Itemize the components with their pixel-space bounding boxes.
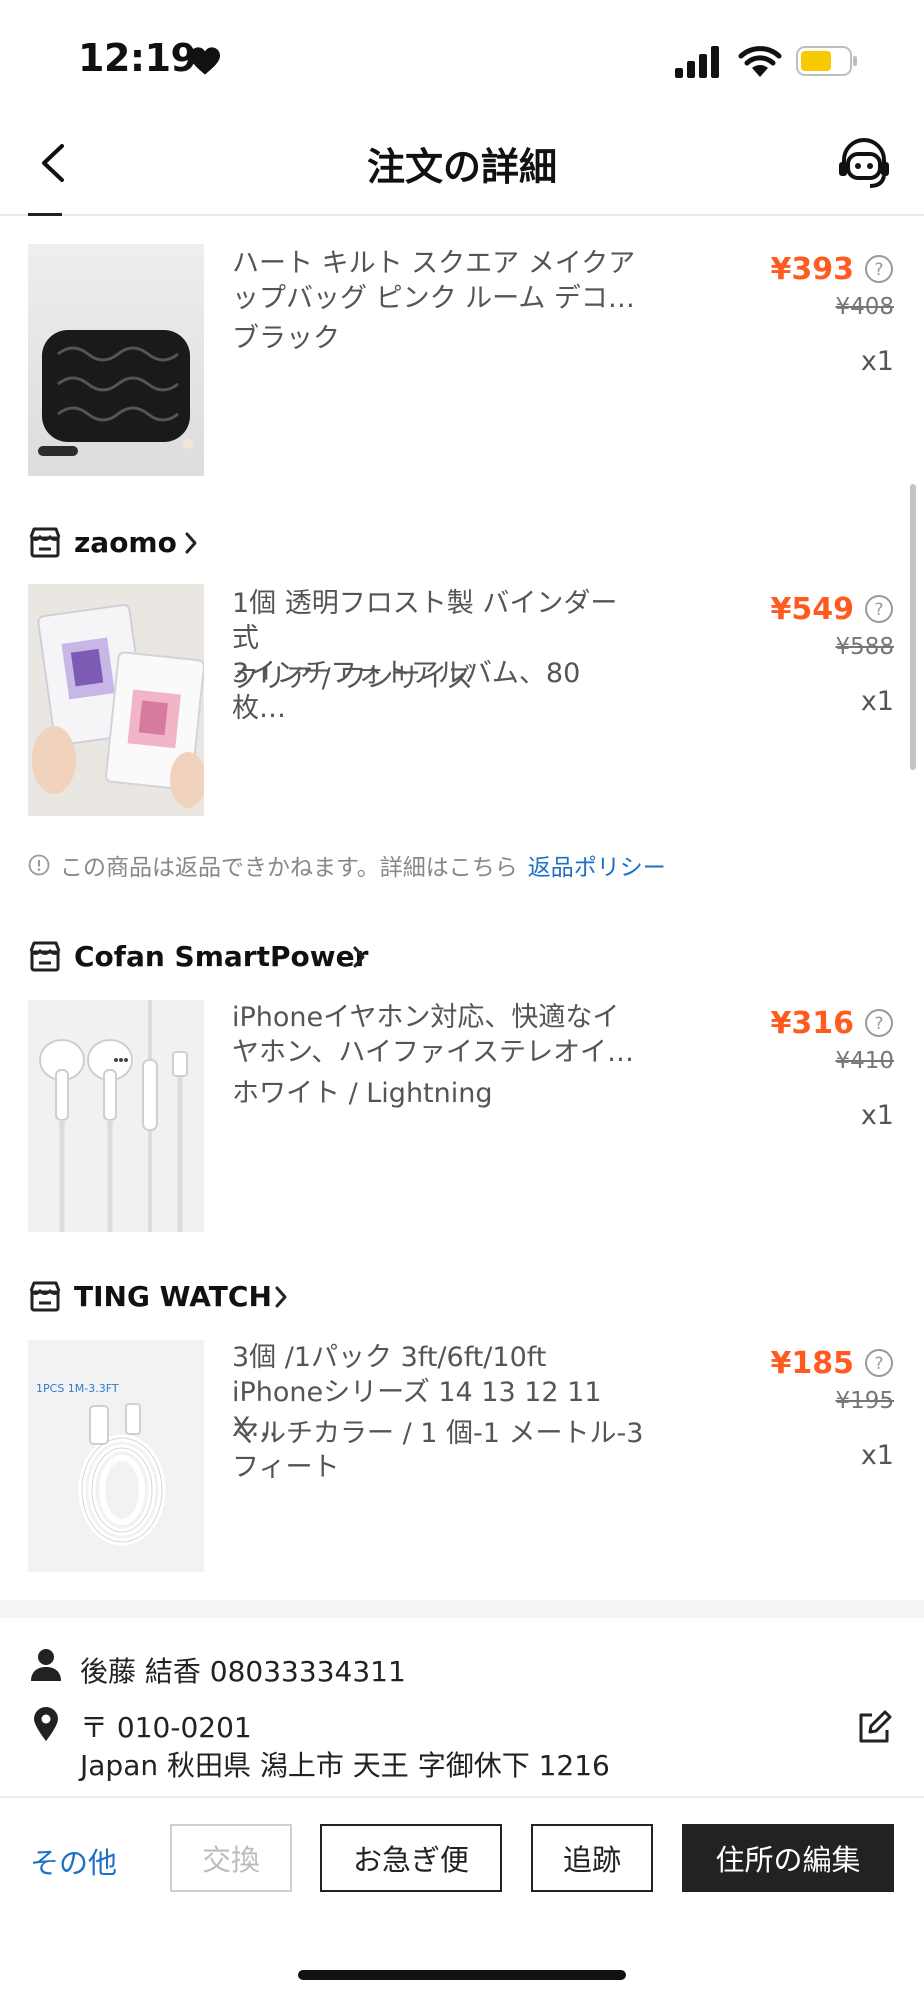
product-name-line: ップバッグ ピンク ルーム デコ… <box>232 283 635 314</box>
product-variant-line: マルチカラー / 1 個-1 メートル-3 <box>232 1418 644 1449</box>
recipient-name-phone: 後藤 結香 08033334311 <box>80 1655 406 1688</box>
help-icon[interactable]: ? <box>864 254 894 284</box>
battery-icon <box>796 46 857 76</box>
original-price: ¥410 <box>835 1048 894 1074</box>
wifi-icon <box>738 46 782 77</box>
help-icon[interactable]: ? <box>864 594 894 624</box>
product-quantity: x1 <box>860 1440 894 1471</box>
product-variant: ホワイト / Lightning <box>232 1078 493 1109</box>
chevron-right-icon[interactable] <box>350 944 368 970</box>
home-indicator[interactable] <box>298 1970 626 1980</box>
product-variant-line: フィート <box>232 1452 340 1483</box>
store-name[interactable]: TING WATCH <box>74 1280 272 1313</box>
store-icon <box>29 1281 61 1312</box>
original-price: ¥588 <box>835 634 894 660</box>
store-icon <box>28 210 62 216</box>
product-price: ¥393 <box>770 252 855 287</box>
store-name[interactable]: zaomo <box>74 526 177 559</box>
product-image-earphones[interactable] <box>28 1000 204 1232</box>
product-name-line: ハート キルト スクエア メイクア <box>232 248 636 279</box>
product-price: ¥549 <box>770 592 855 627</box>
store-icon <box>29 527 61 558</box>
return-notice-text: この商品は返品できかねます。詳細はこちら <box>60 855 518 881</box>
location-pin-icon <box>34 1707 58 1741</box>
product-image-label: 1PCS 1M-3.3FT <box>36 1382 119 1395</box>
edit-address-button[interactable]: 住所の編集 <box>682 1824 894 1892</box>
address-postal-code: 〒 010-0201 <box>80 1711 252 1744</box>
product-variant: クリア / ワンサイズ <box>232 663 474 694</box>
product-price: ¥185 <box>770 1346 855 1381</box>
product-quantity: x1 <box>860 1100 894 1131</box>
return-policy-link[interactable]: 返品ポリシー <box>528 848 666 882</box>
express-delivery-button[interactable]: お急ぎ便 <box>320 1824 502 1892</box>
product-name[interactable]: 1個 透明フロスト製 バインダー式 3インチフォトアルバム、80 枚… <box>232 586 642 726</box>
status-time: 12:19 <box>78 36 197 80</box>
info-icon <box>28 854 50 876</box>
chevron-right-icon[interactable] <box>182 530 200 556</box>
product-name[interactable]: iPhoneイヤホン対応、快適なイ ヤホン、ハイファイステレオイ… <box>232 1000 642 1070</box>
product-quantity: x1 <box>860 346 894 377</box>
person-icon <box>31 1649 61 1681</box>
product-image-cable[interactable]: 1PCS 1M-3.3FT <box>28 1340 204 1572</box>
svg-text:?: ? <box>874 1014 883 1034</box>
help-icon[interactable]: ? <box>864 1348 894 1378</box>
store-icon <box>29 941 61 972</box>
product-variant: マルチカラー / 1 個-1 メートル-3 フィート <box>232 1417 662 1485</box>
product-name-line: ヤホン、ハイファイステレオイ… <box>232 1037 635 1068</box>
original-price: ¥408 <box>835 294 894 320</box>
track-button[interactable]: 追跡 <box>531 1824 653 1892</box>
product-name-line: 1個 透明フロスト製 バインダー式 <box>232 588 618 654</box>
address-line: Japan 秋田県 潟上市 天王 字御休下 1216 <box>80 1749 610 1782</box>
product-price: ¥316 <box>770 1006 855 1041</box>
store-name[interactable]: Cofan SmartPower <box>74 940 368 973</box>
product-image-photo-album[interactable] <box>28 584 204 816</box>
svg-text:?: ? <box>874 600 883 620</box>
help-icon[interactable]: ? <box>864 1008 894 1038</box>
product-quantity: x1 <box>860 686 894 717</box>
chevron-right-icon[interactable] <box>272 1284 290 1310</box>
cellular-signal-icon <box>675 46 719 78</box>
svg-text:?: ? <box>874 1354 883 1374</box>
svg-text:?: ? <box>874 260 883 280</box>
product-name[interactable]: ハート キルト スクエア メイクア ップバッグ ピンク ルーム デコ… <box>232 246 642 316</box>
section-divider <box>0 1600 924 1618</box>
original-price: ¥195 <box>835 1388 894 1414</box>
return-notice: この商品は返品できかねます。詳細はこちら 返品ポリシー <box>28 848 666 882</box>
page-title: 注文の詳細 <box>366 145 557 189</box>
customer-service-icon[interactable] <box>834 136 894 192</box>
more-button[interactable]: その他 <box>30 1840 117 1882</box>
product-name-line: iPhoneイヤホン対応、快適なイ <box>232 1002 620 1033</box>
product-name-line: 3個 /1パック 3ft/6ft/10ft <box>232 1342 547 1373</box>
scrollbar[interactable] <box>910 484 916 770</box>
exchange-button[interactable]: 交換 <box>170 1824 292 1892</box>
product-image-makeup-bag[interactable] <box>28 244 204 476</box>
edit-icon[interactable] <box>856 1710 892 1746</box>
product-variant: ブラック <box>232 323 340 354</box>
heart-icon <box>190 47 220 75</box>
